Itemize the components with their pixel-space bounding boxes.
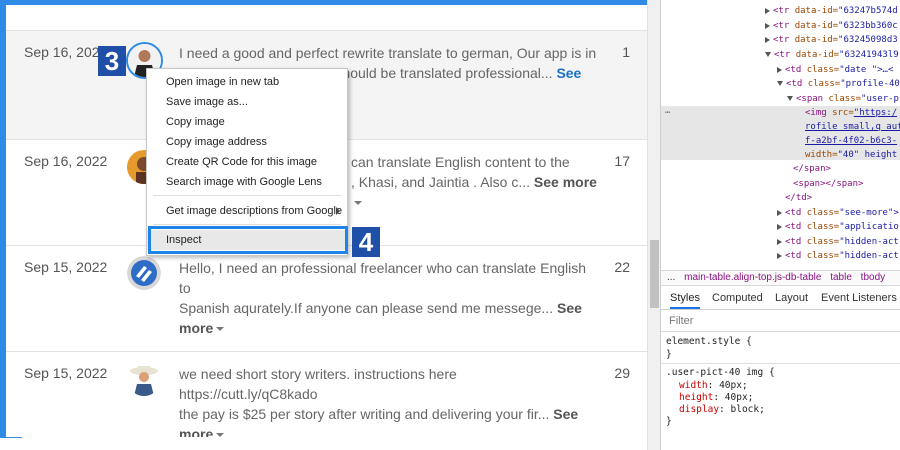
row-count: 29 bbox=[614, 365, 630, 381]
css-rule-selector[interactable]: .user-pict-40 img { bbox=[666, 367, 775, 379]
dom-node[interactable]: <td class="date ">…< bbox=[661, 63, 900, 77]
menu-get-image-descriptions[interactable]: Get image descriptions from Google bbox=[147, 201, 347, 221]
breadcrumb-main-table[interactable]: main-table.align-top.js-db-table bbox=[684, 272, 821, 283]
dom-node[interactable]: <td class="hidden-act bbox=[661, 235, 900, 249]
avatar[interactable] bbox=[127, 362, 161, 396]
row-description: we need short story writers. instruction… bbox=[179, 364, 599, 437]
dom-node[interactable]: <td class="see-more"> bbox=[661, 206, 900, 220]
styles-filter-input[interactable]: Filter bbox=[661, 311, 900, 332]
collapse-icon[interactable] bbox=[777, 81, 783, 86]
css-close-brace: } bbox=[666, 416, 672, 427]
menu-separator bbox=[153, 224, 341, 225]
dom-node[interactable]: <tr data-id="63241943l9 bbox=[661, 48, 900, 62]
tab-styles[interactable]: Styles bbox=[670, 288, 700, 309]
collapse-icon[interactable] bbox=[765, 52, 771, 57]
collapse-icon[interactable] bbox=[787, 96, 793, 101]
row-date: Sep 16, 2022 bbox=[24, 153, 108, 169]
row-date: Sep 15, 2022 bbox=[24, 259, 108, 275]
dom-node[interactable]: <td class="applicatio bbox=[661, 220, 900, 234]
menu-create-qr-code[interactable]: Create QR Code for this image bbox=[147, 152, 347, 172]
css-prop-display[interactable]: display: block; bbox=[679, 404, 765, 416]
expand-icon[interactable] bbox=[777, 238, 782, 245]
avatar[interactable] bbox=[127, 256, 161, 290]
css-prop-height[interactable]: height: 40px; bbox=[679, 392, 753, 404]
dom-node[interactable]: <tr data-id="63245098d3 bbox=[661, 33, 900, 47]
table-row[interactable]: Sep 15, 2022 we need short story writers… bbox=[6, 352, 647, 437]
tab-computed[interactable]: Computed bbox=[712, 288, 763, 309]
expand-icon[interactable] bbox=[777, 66, 782, 73]
row-count: 22 bbox=[614, 259, 630, 275]
menu-copy-image[interactable]: Copy image bbox=[147, 112, 347, 132]
inspect-highlight-box bbox=[148, 226, 348, 254]
step-3-badge: 3 bbox=[98, 46, 126, 76]
caret-down-icon bbox=[216, 327, 225, 332]
row-date: Sep 16, 2022 bbox=[24, 44, 108, 60]
see-more-link[interactable]: See more bbox=[534, 174, 597, 190]
expand-icon[interactable] bbox=[765, 36, 770, 43]
dom-node[interactable]: <span class="user-p bbox=[661, 92, 900, 106]
expand-icon[interactable] bbox=[777, 223, 782, 230]
page-scrollbar[interactable] bbox=[647, 0, 660, 450]
menu-copy-image-address[interactable]: Copy image address bbox=[147, 132, 347, 152]
caret-down-icon bbox=[216, 433, 225, 437]
dom-node[interactable]: <tr data-id="63247b574d bbox=[661, 4, 900, 18]
expand-icon[interactable] bbox=[777, 209, 782, 216]
devtools-tabs: Styles Computed Layout Event Listeners bbox=[661, 288, 900, 310]
more-options-icon[interactable]: ⋯ bbox=[665, 106, 670, 120]
tab-event-listeners[interactable]: Event Listeners bbox=[821, 288, 897, 309]
submenu-arrow-icon bbox=[336, 207, 340, 215]
css-element-style[interactable]: element.style { bbox=[666, 336, 752, 348]
breadcrumb-more[interactable]: ... bbox=[667, 272, 675, 283]
tab-layout[interactable]: Layout bbox=[775, 288, 808, 309]
expand-icon[interactable] bbox=[765, 7, 770, 14]
dom-node[interactable]: <td class="hidden-act bbox=[661, 249, 900, 263]
expand-icon[interactable] bbox=[765, 22, 770, 29]
menu-open-image-new-tab[interactable]: Open image in new tab bbox=[147, 72, 347, 92]
css-divider bbox=[661, 363, 900, 364]
dom-node[interactable]: </td> bbox=[661, 191, 900, 205]
row-date: Sep 15, 2022 bbox=[24, 365, 108, 381]
breadcrumb-tbody[interactable]: tbody bbox=[861, 272, 885, 283]
menu-search-google-lens[interactable]: Search image with Google Lens bbox=[147, 172, 347, 192]
dom-node[interactable]: </span> bbox=[661, 162, 900, 176]
breadcrumb-table[interactable]: table bbox=[830, 272, 852, 283]
row-count: 17 bbox=[614, 153, 630, 169]
dom-breadcrumb: ... main-table.align-top.js-db-table tab… bbox=[661, 270, 900, 286]
row-description: Hello, I need an professional freelancer… bbox=[179, 260, 587, 336]
menu-separator bbox=[153, 195, 341, 196]
dom-node[interactable]: <td class="profile-40 bbox=[661, 77, 900, 91]
row-count: 1 bbox=[622, 44, 630, 60]
selected-dom-node[interactable]: ⋯ <img src="https:/ rofile small,q aut f… bbox=[661, 106, 900, 160]
dom-node[interactable]: <span></span> bbox=[661, 177, 900, 191]
css-close-brace: } bbox=[666, 349, 672, 360]
caret-down-icon bbox=[354, 201, 362, 206]
dom-node[interactable]: <tr data-id="6323bb360c bbox=[661, 19, 900, 33]
table-row[interactable]: Sep 15, 2022 Hello, I need an profession… bbox=[6, 246, 647, 352]
menu-save-image-as[interactable]: Save image as... bbox=[147, 92, 347, 112]
css-prop-width[interactable]: width: 40px; bbox=[679, 380, 748, 392]
expand-icon[interactable] bbox=[777, 252, 782, 259]
devtools-panel: <tr data-id="63247b574d <tr data-id="632… bbox=[660, 0, 900, 450]
step-4-badge: 4 bbox=[352, 227, 380, 257]
scrollbar-thumb[interactable] bbox=[650, 240, 659, 308]
